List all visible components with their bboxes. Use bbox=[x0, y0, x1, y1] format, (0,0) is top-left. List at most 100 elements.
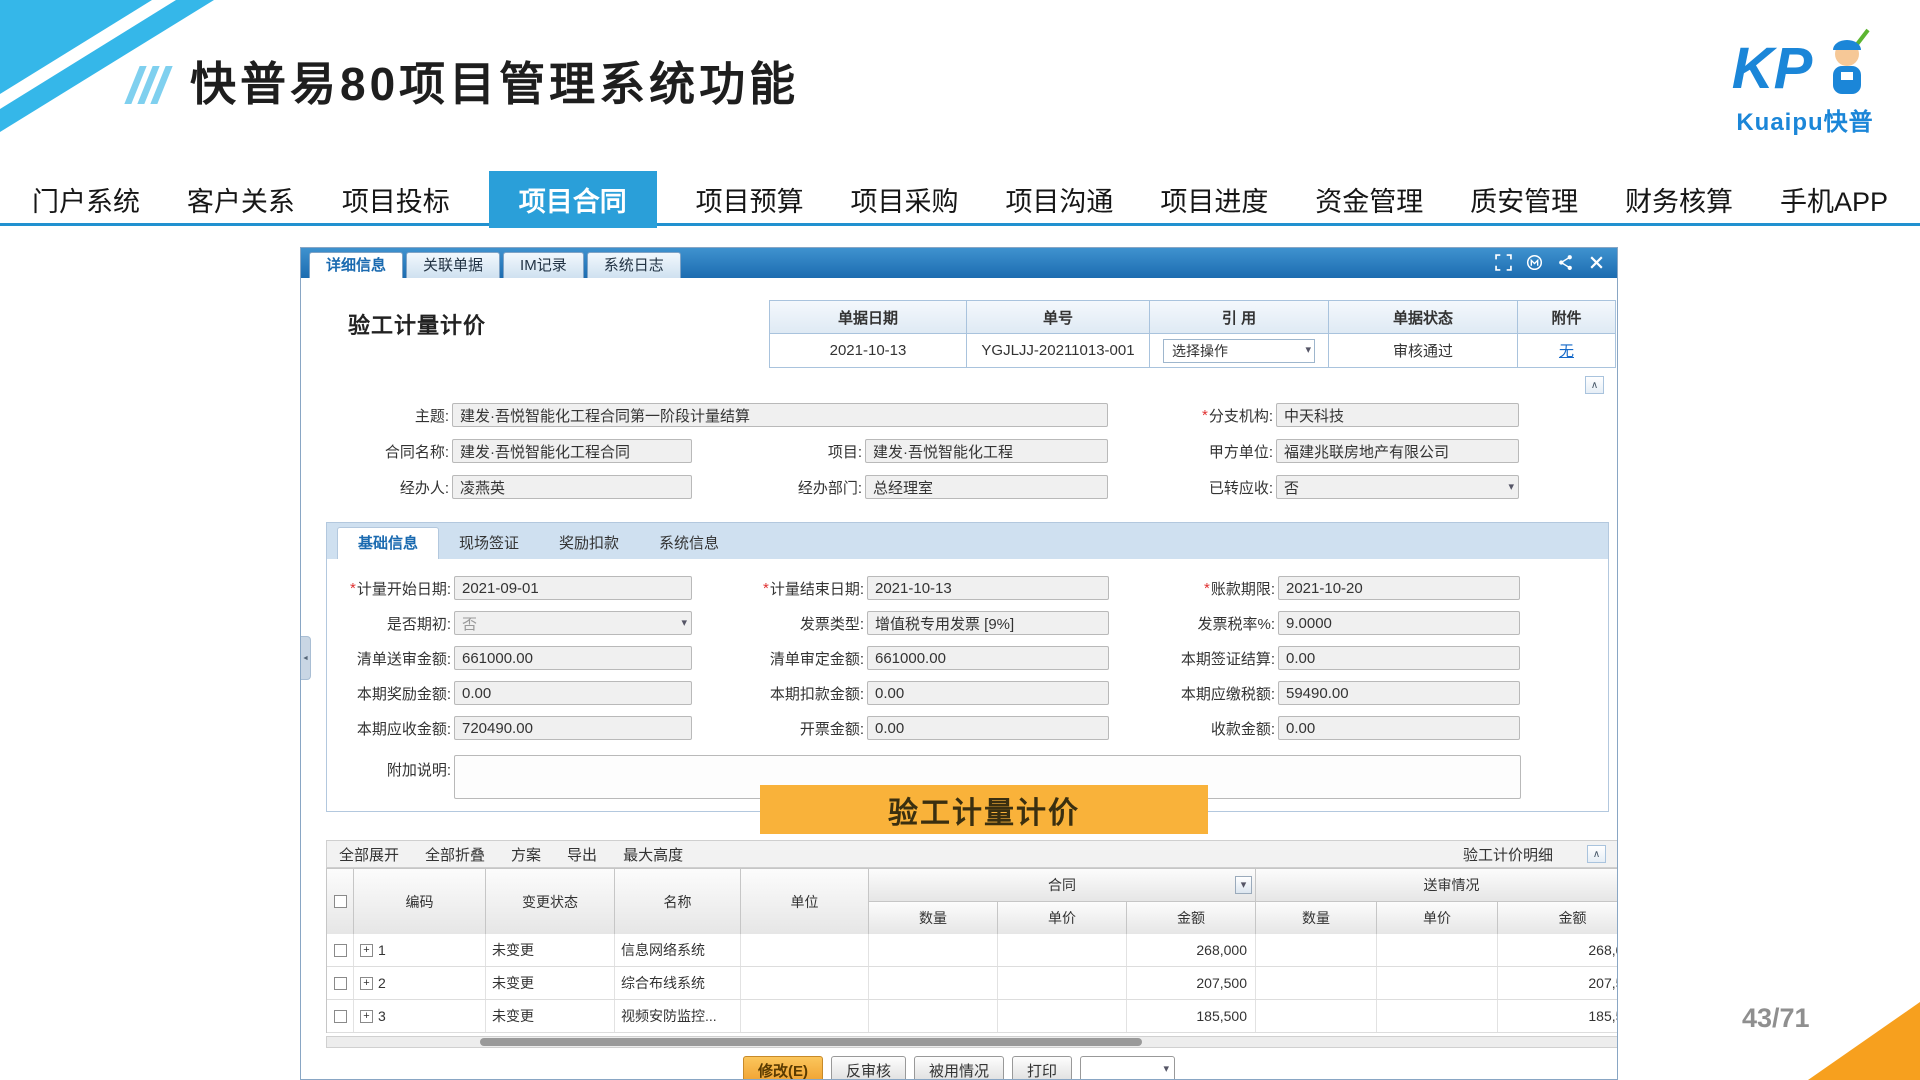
field-branch: *分支机构: 中天科技 bbox=[1141, 402, 1519, 428]
expand-row-icon[interactable]: + bbox=[360, 1010, 373, 1023]
invoice-type-input[interactable]: 增值税专用发票 [9%] bbox=[867, 611, 1109, 635]
kuaipu-logo: KP Kuaipu快普 bbox=[1700, 28, 1910, 137]
nav-item-communication[interactable]: 项目沟通 bbox=[997, 174, 1121, 225]
cell-change-status: 未变更 bbox=[486, 934, 615, 966]
contract-name-input[interactable]: 建发·吾悦智能化工程合同 bbox=[452, 439, 692, 463]
doc-date-value: 2021-10-13 bbox=[770, 334, 967, 367]
column-combo-button[interactable]: ▾ bbox=[1235, 876, 1252, 894]
window-controls bbox=[1495, 254, 1605, 271]
collapse-header-button[interactable]: ∧ bbox=[1585, 376, 1604, 394]
sub-tab-basic-info[interactable]: 基础信息 bbox=[337, 527, 439, 560]
receivable-amount-input[interactable]: 720490.00 bbox=[454, 716, 692, 740]
expand-row-icon[interactable]: + bbox=[360, 944, 373, 957]
footer-dropdown[interactable]: ▾ bbox=[1080, 1056, 1175, 1080]
field-collected-amount: 收款金额: 0.00 bbox=[1115, 715, 1520, 741]
doc-no-value: YGJLJJ-20211013-001 bbox=[967, 334, 1150, 367]
tax-payable-input[interactable]: 59490.00 bbox=[1278, 681, 1520, 705]
initial-period-select[interactable]: 否 ▾ bbox=[454, 611, 692, 635]
list-approved-amount-input[interactable]: 661000.00 bbox=[867, 646, 1109, 670]
cell-contract-qty bbox=[869, 1000, 998, 1032]
field-handler-dept: 经办部门: 总经理室 bbox=[731, 474, 1108, 500]
panel-collapse-handle[interactable]: ◄ bbox=[301, 636, 311, 680]
list-submitted-amount-input[interactable]: 661000.00 bbox=[454, 646, 692, 670]
col-doc-status: 单据状态 bbox=[1329, 301, 1518, 334]
unapprove-button[interactable]: 反审核 bbox=[831, 1056, 906, 1080]
chevron-down-icon: ▾ bbox=[1305, 345, 1311, 356]
usage-button[interactable]: 被用情况 bbox=[914, 1056, 1004, 1080]
handler-dept-input[interactable]: 总经理室 bbox=[865, 475, 1108, 499]
print-button[interactable]: 打印 bbox=[1012, 1056, 1072, 1080]
project-input[interactable]: 建发·吾悦智能化工程 bbox=[865, 439, 1108, 463]
scrollbar-thumb[interactable] bbox=[480, 1038, 1142, 1046]
share-icon[interactable] bbox=[1557, 254, 1574, 271]
field-visa-settlement: 本期签证结算: 0.00 bbox=[1115, 645, 1520, 671]
nav-item-bidding[interactable]: 项目投标 bbox=[334, 174, 458, 225]
im-icon[interactable] bbox=[1526, 254, 1543, 271]
reward-amount-input[interactable]: 0.00 bbox=[454, 681, 692, 705]
handler-input[interactable]: 凌燕英 bbox=[452, 475, 692, 499]
expand-row-icon[interactable]: + bbox=[360, 977, 373, 990]
field-contract-name: 合同名称: 建发·吾悦智能化工程合同 bbox=[329, 438, 692, 464]
measure-end-input[interactable]: 2021-10-13 bbox=[867, 576, 1109, 600]
tab-system-log[interactable]: 系统日志 bbox=[587, 252, 681, 278]
cell-contract-price bbox=[998, 934, 1127, 966]
collapse-grid-button[interactable]: ∧ bbox=[1587, 845, 1606, 863]
mascot-icon bbox=[1816, 28, 1878, 100]
nav-item-funds[interactable]: 资金管理 bbox=[1307, 174, 1431, 225]
subject-input[interactable]: 建发·吾悦智能化工程合同第一阶段计量结算 bbox=[452, 403, 1108, 427]
logo-mark: KP bbox=[1732, 38, 1813, 100]
footer-button-bar: 修改(E) 反审核 被用情况 打印 ▾ bbox=[301, 1056, 1617, 1080]
scheme-link[interactable]: 方案 bbox=[511, 844, 541, 865]
invoiced-amount-input[interactable]: 0.00 bbox=[867, 716, 1109, 740]
reference-select[interactable]: 选择操作 ▾ bbox=[1163, 339, 1315, 363]
tab-related-docs[interactable]: 关联单据 bbox=[406, 252, 500, 278]
party-a-input[interactable]: 福建兆联房地产有限公司 bbox=[1276, 439, 1519, 463]
table-row[interactable]: +1 未变更 信息网络系统 268,000 268,000 bbox=[327, 934, 1618, 967]
nav-item-progress[interactable]: 项目进度 bbox=[1152, 174, 1276, 225]
row-checkbox[interactable] bbox=[334, 977, 347, 990]
table-row[interactable]: +3 未变更 视频安防监控... 185,500 185,500 bbox=[327, 1000, 1618, 1033]
collected-amount-input[interactable]: 0.00 bbox=[1278, 716, 1520, 740]
select-all-checkbox[interactable] bbox=[334, 895, 347, 908]
close-icon[interactable] bbox=[1588, 254, 1605, 271]
collapse-all-link[interactable]: 全部折叠 bbox=[425, 844, 485, 865]
collapse-up-icon: ∧ bbox=[1591, 380, 1598, 391]
table-row[interactable]: +2 未变更 综合布线系统 207,500 207,500 bbox=[327, 967, 1618, 1000]
branch-input[interactable]: 中天科技 bbox=[1276, 403, 1519, 427]
horizontal-scrollbar[interactable] bbox=[326, 1036, 1618, 1048]
payment-term-input[interactable]: 2021-10-20 bbox=[1278, 576, 1520, 600]
export-link[interactable]: 导出 bbox=[567, 844, 597, 865]
nav-item-procurement[interactable]: 项目采购 bbox=[843, 174, 967, 225]
col-contract-qty: 数量 bbox=[869, 902, 998, 935]
row-checkbox[interactable] bbox=[334, 1010, 347, 1023]
receivable-select[interactable]: 否 ▾ bbox=[1276, 475, 1519, 499]
nav-item-portal[interactable]: 门户系统 bbox=[24, 174, 148, 225]
cell-code: +3 bbox=[354, 1000, 486, 1032]
attachment-link[interactable]: 无 bbox=[1559, 340, 1574, 361]
measure-start-input[interactable]: 2021-09-01 bbox=[454, 576, 692, 600]
nav-item-finance[interactable]: 财务核算 bbox=[1617, 174, 1741, 225]
detail-grid-title: 验工计价明细 bbox=[1463, 844, 1553, 865]
col-attachment: 附件 bbox=[1518, 301, 1615, 334]
tab-im-record[interactable]: IM记录 bbox=[503, 252, 584, 278]
fullscreen-icon[interactable] bbox=[1495, 254, 1512, 271]
nav-item-budget[interactable]: 项目预算 bbox=[688, 174, 812, 225]
tab-detail-info[interactable]: 详细信息 bbox=[309, 252, 403, 278]
sub-tab-reward-deduction[interactable]: 奖励扣款 bbox=[539, 528, 639, 559]
invoice-tax-rate-input[interactable]: 9.0000 bbox=[1278, 611, 1520, 635]
visa-settlement-input[interactable]: 0.00 bbox=[1278, 646, 1520, 670]
field-list-submitted-amount: 清单送审金额: 661000.00 bbox=[329, 645, 692, 671]
deduction-amount-input[interactable]: 0.00 bbox=[867, 681, 1109, 705]
detail-grid-toolbar: 全部展开 全部折叠 方案 导出 最大高度 验工计价明细 ∧ bbox=[326, 840, 1618, 868]
nav-item-crm[interactable]: 客户关系 bbox=[179, 174, 303, 225]
max-height-link[interactable]: 最大高度 bbox=[623, 844, 683, 865]
modify-button[interactable]: 修改(E) bbox=[743, 1056, 823, 1080]
sub-tab-site-visa[interactable]: 现场签证 bbox=[439, 528, 539, 559]
sub-tab-system-info[interactable]: 系统信息 bbox=[639, 528, 739, 559]
expand-all-link[interactable]: 全部展开 bbox=[339, 844, 399, 865]
row-checkbox[interactable] bbox=[334, 944, 347, 957]
nav-item-quality[interactable]: 质安管理 bbox=[1462, 174, 1586, 225]
nav-item-contract[interactable]: 项目合同 bbox=[489, 171, 657, 228]
reference-cell: 选择操作 ▾ bbox=[1150, 334, 1329, 367]
nav-item-mobile-app[interactable]: 手机APP bbox=[1772, 174, 1896, 225]
